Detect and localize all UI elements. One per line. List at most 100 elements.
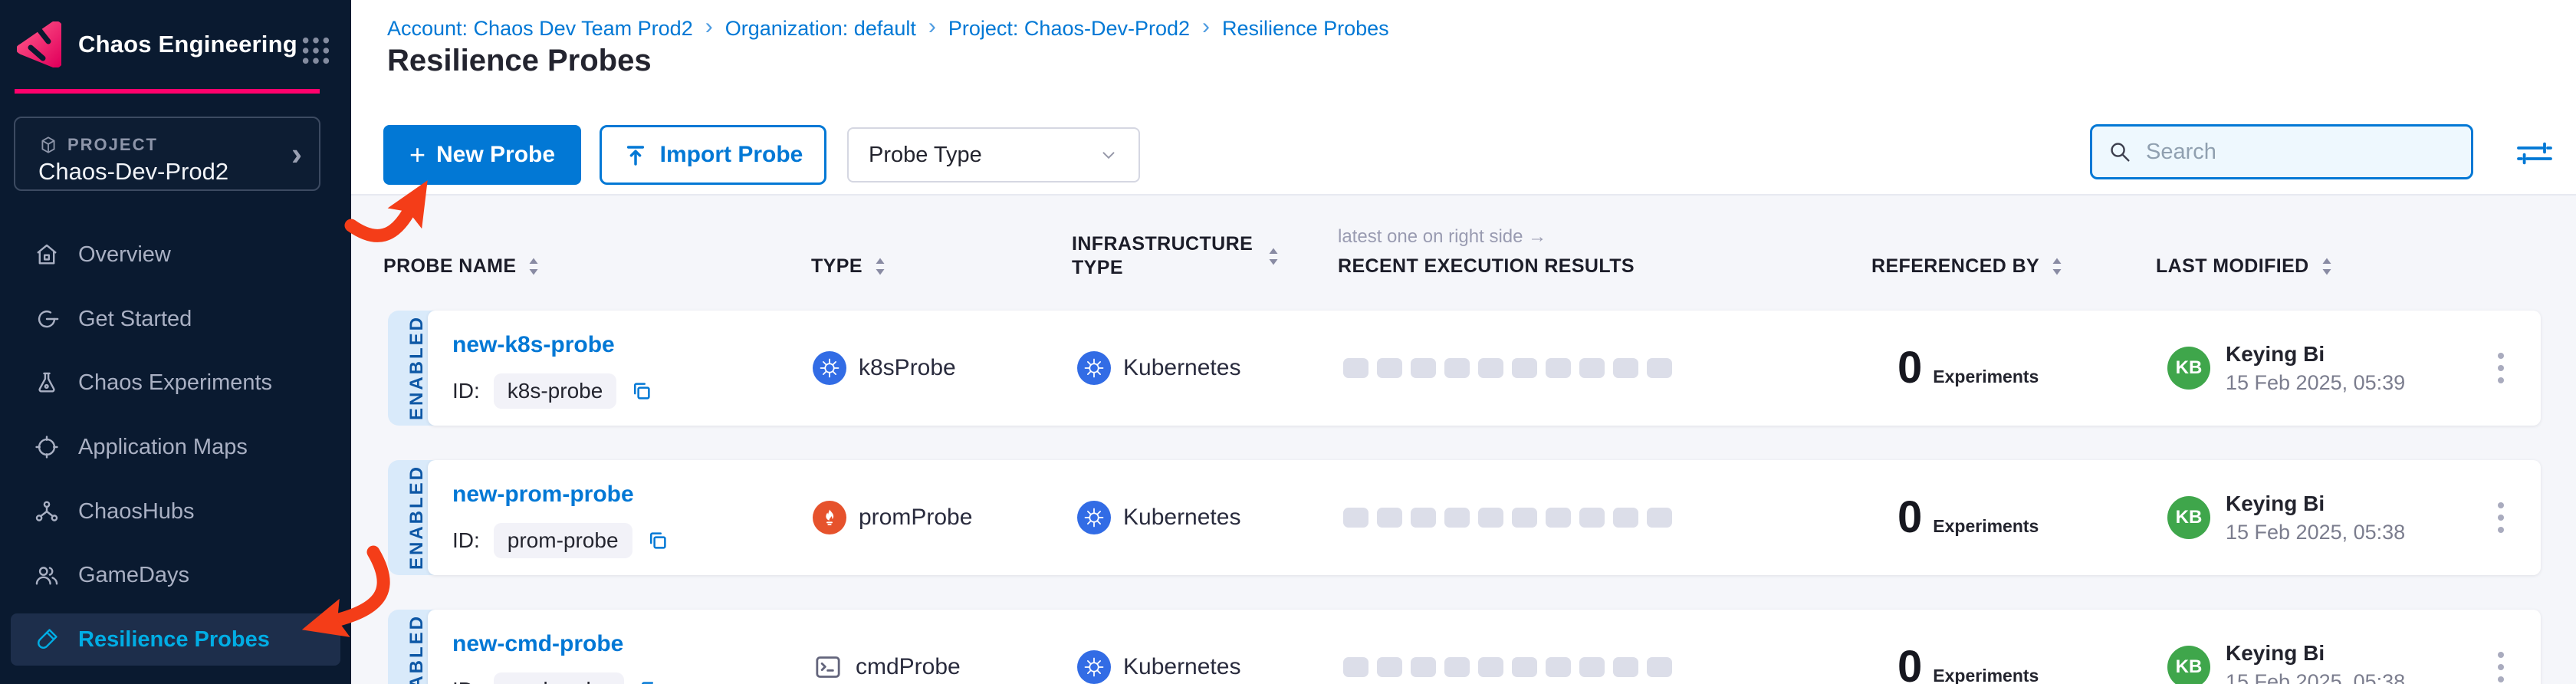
infrastructure-cell: Kubernetes	[1077, 311, 1240, 426]
probe-type-selected-value: Probe Type	[869, 143, 982, 168]
execution-result-placeholder	[1579, 358, 1605, 378]
column-header-referenced-by: REFERENCED BY	[1871, 255, 2064, 278]
terminal-icon	[813, 652, 843, 682]
execution-result-placeholder	[1444, 358, 1470, 378]
execution-result-placeholder	[1343, 508, 1368, 528]
module-grid-icon[interactable]	[301, 35, 331, 66]
referenced-by-cell: 0 Experiments	[1898, 610, 2039, 684]
sidebar-item-chaoshubs[interactable]: ChaosHubs	[11, 485, 340, 538]
execution-result-placeholder	[1647, 358, 1672, 378]
sidebar-item-application-maps[interactable]: Application Maps	[11, 421, 340, 473]
filter-icon[interactable]	[2515, 135, 2555, 172]
execution-result-placeholder	[1411, 508, 1436, 528]
infrastructure-cell: Kubernetes	[1077, 610, 1240, 684]
execution-result-placeholder	[1478, 657, 1503, 677]
row-menu-kebab-icon[interactable]	[2486, 311, 2516, 426]
cube-icon	[38, 135, 58, 155]
breadcrumb-organization-link[interactable]: Organization: default	[725, 17, 916, 41]
sort-icon[interactable]	[2050, 256, 2064, 277]
avatar: KB	[2167, 496, 2210, 539]
referenced-unit: Experiments	[1933, 666, 2039, 684]
execution-result-placeholder	[1411, 657, 1436, 677]
modified-date: 15 Feb 2025, 05:38	[2226, 670, 2405, 684]
sidebar-item-label: ChaosHubs	[78, 499, 195, 525]
copy-icon[interactable]	[630, 380, 653, 403]
referenced-unit: Experiments	[1933, 367, 2039, 387]
execution-result-placeholder	[1546, 508, 1571, 528]
brand: Chaos Engineering	[17, 21, 297, 67]
new-probe-button[interactable]: + New Probe	[383, 125, 581, 185]
project-selector[interactable]: PROJECT Chaos-Dev-Prod2 ›	[14, 117, 320, 191]
execution-result-placeholder	[1377, 508, 1402, 528]
kubernetes-icon	[1077, 501, 1111, 534]
home-icon	[34, 242, 60, 268]
breadcrumb-separator: ›	[928, 14, 936, 40]
probe-name-link[interactable]: new-cmd-probe	[452, 631, 623, 657]
modified-by: Keying Bi	[2226, 641, 2405, 666]
get-started-icon	[34, 306, 60, 332]
execution-result-placeholder	[1444, 508, 1470, 528]
copy-icon[interactable]	[646, 529, 669, 552]
execution-result-placeholder	[1377, 358, 1402, 378]
sidebar-item-label: Get Started	[78, 307, 192, 332]
copy-icon[interactable]	[638, 679, 661, 684]
users-icon	[34, 562, 60, 588]
referenced-count: 0	[1898, 346, 1922, 390]
modified-date: 15 Feb 2025, 05:38	[2226, 521, 2405, 544]
id-label: ID:	[452, 678, 480, 684]
page-title: Resilience Probes	[387, 44, 652, 78]
breadcrumb-separator: ›	[1202, 14, 1210, 40]
modified-by: Keying Bi	[2226, 342, 2405, 367]
id-label: ID:	[452, 528, 480, 553]
sidebar-item-label: Overview	[78, 242, 171, 268]
import-probe-button[interactable]: Import Probe	[600, 125, 826, 185]
column-header-infrastructure-type: INFRASTRUCTURE TYPE	[1072, 232, 1302, 281]
probe-type-dropdown[interactable]: Probe Type	[847, 127, 1140, 183]
sort-icon[interactable]	[527, 256, 540, 277]
probe-id-line: ID: cmd-probe	[452, 672, 661, 684]
sort-icon[interactable]	[1267, 246, 1280, 267]
referenced-count: 0	[1898, 645, 1922, 684]
sidebar-item-get-started[interactable]: Get Started	[11, 293, 340, 345]
referenced-unit: Experiments	[1933, 516, 2039, 537]
probe-type-cell: promProbe	[813, 460, 972, 575]
recent-execution-results	[1343, 610, 1672, 684]
execution-result-placeholder	[1478, 508, 1503, 528]
breadcrumb: Account: Chaos Dev Team Prod2 › Organiza…	[387, 15, 1389, 41]
kubernetes-icon	[1077, 650, 1111, 684]
probe-name-link[interactable]: new-prom-probe	[452, 482, 634, 508]
probes-list: latest one on right side → PROBE NAME TY…	[351, 196, 2576, 684]
execution-result-placeholder	[1613, 358, 1638, 378]
referenced-by-cell: 0 Experiments	[1898, 311, 2039, 426]
sort-icon[interactable]	[2320, 256, 2334, 277]
search-input[interactable]	[2144, 139, 2456, 166]
sidebar-item-chaos-experiments[interactable]: Chaos Experiments	[11, 357, 340, 409]
probe-id-line: ID: k8s-probe	[452, 373, 653, 409]
modified-date: 15 Feb 2025, 05:39	[2226, 371, 2405, 395]
referenced-count: 0	[1898, 495, 1922, 540]
sidebar-item-label: Application Maps	[78, 435, 248, 460]
table-row: ENABLED new-k8s-probe ID: k8s-probe	[388, 311, 2541, 426]
probe-name-link[interactable]: new-k8s-probe	[452, 332, 615, 358]
breadcrumb-current-page[interactable]: Resilience Probes	[1222, 17, 1389, 41]
sidebar-item-label: GameDays	[78, 563, 189, 588]
sidebar-item-overview[interactable]: Overview	[11, 229, 340, 281]
sidebar-item-resilience-probes[interactable]: Resilience Probes	[11, 613, 340, 666]
referenced-by-cell: 0 Experiments	[1898, 460, 2039, 575]
modified-by: Keying Bi	[2226, 492, 2405, 516]
execution-result-placeholder	[1647, 657, 1672, 677]
sidebar-item-label: Resilience Probes	[78, 627, 270, 653]
breadcrumb-project-link[interactable]: Project: Chaos-Dev-Prod2	[948, 17, 1190, 41]
hub-icon	[34, 498, 60, 525]
column-header-last-modified: LAST MODIFIED	[2156, 255, 2334, 278]
execution-result-placeholder	[1411, 358, 1436, 378]
search-icon	[2108, 140, 2132, 164]
accent-divider	[15, 89, 320, 94]
row-menu-kebab-icon[interactable]	[2486, 610, 2516, 684]
row-menu-kebab-icon[interactable]	[2486, 460, 2516, 575]
execution-result-placeholder	[1613, 657, 1638, 677]
execution-result-placeholder	[1546, 657, 1571, 677]
sort-icon[interactable]	[873, 256, 887, 277]
sidebar-item-gamedays[interactable]: GameDays	[11, 549, 340, 601]
breadcrumb-account-link[interactable]: Account: Chaos Dev Team Prod2	[387, 17, 693, 41]
